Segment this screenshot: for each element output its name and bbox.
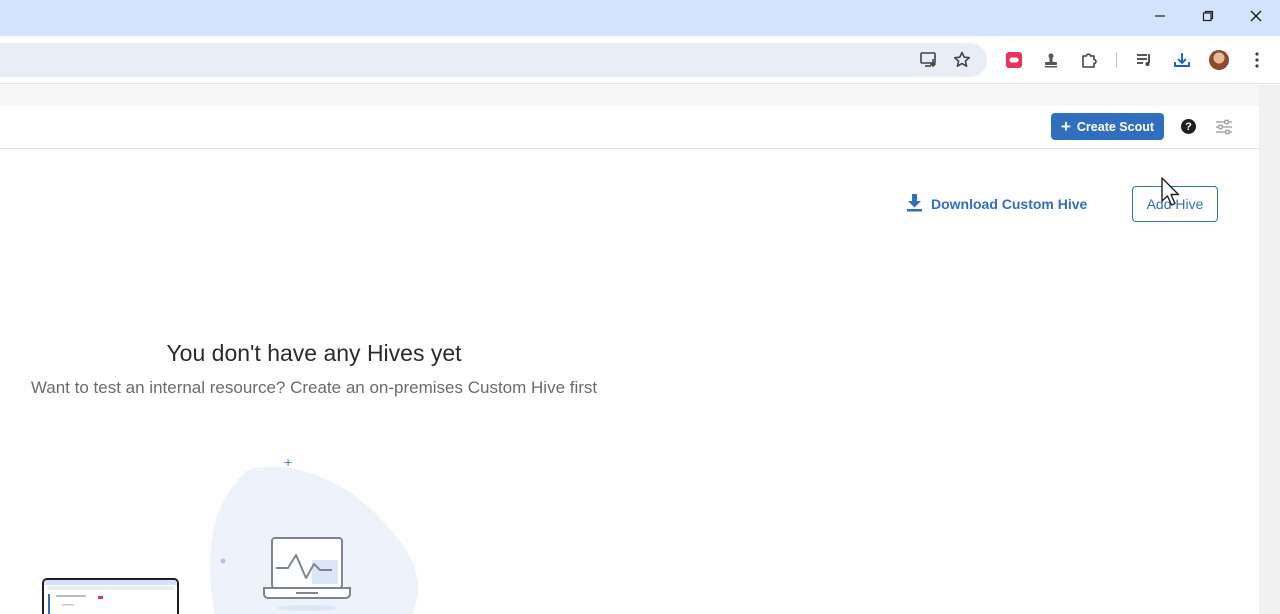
media-control-icon[interactable] xyxy=(1132,48,1156,72)
page-scrollbar[interactable] xyxy=(1259,85,1280,614)
more-menu-icon[interactable] xyxy=(1245,48,1269,72)
browser-title-bar xyxy=(0,0,1280,36)
restore-icon[interactable] xyxy=(1185,0,1231,32)
bookmark-star-icon[interactable] xyxy=(950,48,974,72)
mouse-cursor xyxy=(1160,176,1182,208)
download-custom-hive-label: Download Custom Hive xyxy=(931,196,1088,212)
extension-stamp-icon[interactable] xyxy=(1039,48,1063,72)
plus-icon: + xyxy=(1060,117,1071,136)
profile-avatar[interactable] xyxy=(1209,50,1229,70)
help-icon[interactable]: ? xyxy=(1181,119,1196,134)
browser-toolbar xyxy=(0,36,1280,84)
address-bar[interactable] xyxy=(0,43,987,77)
downloads-icon[interactable] xyxy=(1170,48,1194,72)
install-app-icon[interactable] xyxy=(917,48,941,72)
app-top-strip xyxy=(0,85,1259,106)
empty-state-subtitle: Want to test an internal resource? Creat… xyxy=(30,378,598,397)
extensions-puzzle-icon[interactable] xyxy=(1077,48,1101,72)
empty-state-illustration: + xyxy=(200,450,430,614)
download-icon xyxy=(906,193,923,215)
minimize-icon[interactable] xyxy=(1137,0,1183,32)
close-icon[interactable] xyxy=(1233,0,1279,32)
toolbar-separator xyxy=(1116,52,1117,68)
extension-red-icon[interactable] xyxy=(1002,48,1026,72)
create-scout-button[interactable]: + Create Scout xyxy=(1051,113,1164,140)
screen-preview-thumbnail xyxy=(42,578,179,614)
svg-text:+: + xyxy=(284,454,292,470)
settings-sliders-icon[interactable] xyxy=(1215,119,1233,135)
empty-state-title: You don't have any Hives yet xyxy=(166,340,462,366)
create-scout-label: Create Scout xyxy=(1076,119,1155,134)
download-custom-hive-link[interactable]: Download Custom Hive xyxy=(906,194,1087,214)
